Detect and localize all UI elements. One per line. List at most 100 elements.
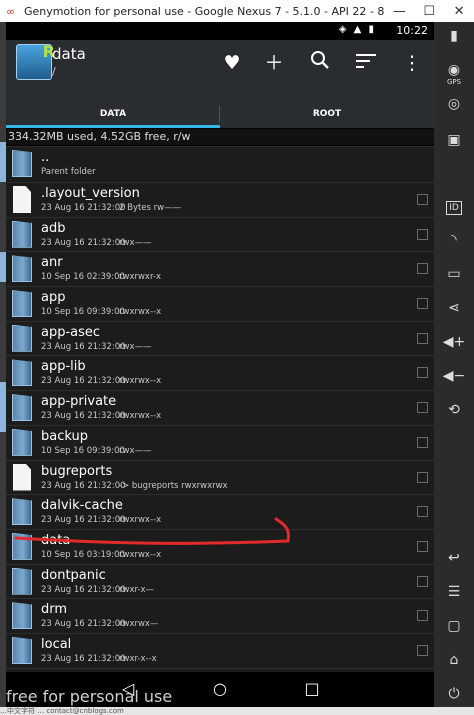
file-select-checkbox[interactable]	[417, 471, 428, 483]
menu-icon[interactable]: ☰	[434, 584, 474, 600]
file-name: dontpanic	[41, 567, 106, 583]
file-date: 23 Aug 16 21:32:00	[41, 411, 126, 422]
root-explorer-app-icon[interactable]: R	[16, 42, 55, 80]
recents-icon[interactable]: ▢	[434, 618, 474, 634]
file-list-item[interactable]: data 10 Sep 16 03:19:00 rwxrwx--x	[6, 528, 434, 564]
genymotion-toolbar: ▮ ◉ GPS ◎ ▣ ID ◝ ▭ ⋖ ◀+ ◀− ⟲ ↩ ☰ ▢ ⌂ ⏻	[434, 22, 474, 715]
file-list-item[interactable]: .. Parent folder	[6, 146, 434, 182]
folder-icon	[12, 324, 32, 352]
folder-icon	[12, 498, 32, 526]
file-select-checkbox[interactable]	[417, 263, 428, 275]
rotate-icon[interactable]: ⟲	[434, 402, 474, 418]
file-date: 10 Sep 16 09:39:00	[41, 445, 125, 456]
file-date: Parent folder	[41, 167, 96, 177]
file-select-checkbox[interactable]	[417, 540, 428, 552]
clapperboard-icon[interactable]: ▣	[434, 132, 474, 148]
action-bar-path: /	[52, 65, 56, 78]
file-date: 23 Aug 16 21:32:00	[41, 653, 126, 664]
file-list-item[interactable]: app 10 Sep 16 09:39:00 rwxrwx--x	[6, 286, 434, 321]
file-select-checkbox[interactable]	[417, 575, 428, 587]
status-time: 10:22	[396, 24, 428, 37]
battery-icon[interactable]: ▮	[434, 28, 474, 44]
file-name: backup	[41, 428, 88, 444]
file-name: app-private	[41, 394, 117, 410]
file-icon	[13, 186, 31, 213]
file-select-checkbox[interactable]	[417, 228, 428, 240]
file-name: ..	[41, 150, 50, 165]
file-select-checkbox[interactable]	[417, 436, 428, 448]
file-name: drm	[41, 602, 68, 618]
camera-icon[interactable]: ◎	[434, 96, 474, 112]
search-icon[interactable]	[305, 50, 335, 76]
tab-data[interactable]: DATA	[6, 100, 220, 128]
folder-icon	[12, 602, 32, 630]
heart-icon[interactable]: ♥	[217, 50, 247, 76]
file-list-item[interactable]: app-lib 23 Aug 16 21:32:00 rwxrwx--x	[6, 355, 434, 391]
file-permissions: rwx——	[119, 445, 152, 456]
file-list-item[interactable]: anr 10 Sep 16 02:39:00 rwxrwxr-x	[6, 251, 434, 287]
close-button[interactable]: ✕	[444, 4, 474, 19]
file-name: app	[41, 290, 66, 306]
file-select-checkbox[interactable]	[417, 194, 428, 205]
genymotion-logo-icon: ∞	[6, 4, 16, 18]
tab-bar: DATA ROOT	[6, 100, 434, 128]
action-bar-title: data	[52, 45, 86, 63]
file-permissions: -> bugreports rwxrwxrwx	[119, 480, 228, 491]
file-select-checkbox[interactable]	[417, 644, 428, 656]
file-permissions: rwxrwx--x	[119, 515, 162, 526]
file-list-item[interactable]: local 23 Aug 16 21:32:00 rwxr-x--x	[6, 632, 434, 668]
home-icon[interactable]: ⌂	[434, 652, 474, 668]
file-select-checkbox[interactable]	[417, 610, 428, 622]
nav-recents-button[interactable]: □	[297, 679, 327, 698]
file-icon	[13, 463, 31, 491]
overflow-menu-icon[interactable]: ⋮	[397, 50, 427, 76]
file-list-item[interactable]: bugreports 23 Aug 16 21:32:00 -> bugreport…	[6, 459, 434, 495]
gps-icon[interactable]: ◉ GPS	[434, 62, 474, 86]
background-page-strip: …中文字符 … contact@cnblogs.com	[0, 707, 474, 715]
maximize-button[interactable]: ☐	[414, 4, 444, 19]
file-list-item[interactable]: app-asec 23 Aug 16 21:32:00 rwx——	[6, 320, 434, 356]
window-title: Genymotion for personal use - Google Nex…	[23, 4, 385, 18]
file-date: 10 Sep 16 09:39:00	[41, 307, 125, 318]
file-list-item[interactable]: drm 23 Aug 16 21:32:00 rwxrwx—	[6, 598, 434, 633]
file-select-checkbox[interactable]	[417, 506, 428, 518]
nav-home-button[interactable]: ○	[205, 679, 235, 698]
file-name: data	[41, 532, 71, 548]
folder-icon	[12, 636, 32, 664]
file-list-item[interactable]: dalvik-cache 23 Aug 16 21:32:00 rwxrwx--x	[6, 494, 434, 529]
file-list-item[interactable]: app-private 23 Aug 16 21:32:00 rwxrwx--x	[6, 390, 434, 425]
file-list-item[interactable]: backup 10 Sep 16 09:39:00 rwx——	[6, 424, 434, 460]
power-icon[interactable]: ⏻	[434, 686, 474, 702]
folder-icon	[12, 428, 32, 456]
storage-info: 334.32MB used, 4.52GB free, r/w	[6, 129, 434, 145]
file-date: 10 Sep 16 02:39:00	[41, 272, 125, 283]
sms-icon[interactable]: ▭	[434, 266, 474, 282]
file-list-item[interactable]: .layout_version 23 Aug 16 21:32:00 2 Bytes…	[6, 182, 434, 217]
file-list-item[interactable]: adb 23 Aug 16 21:32:00 rwx——	[6, 216, 434, 252]
file-select-checkbox[interactable]	[417, 298, 428, 310]
id-icon[interactable]: ID	[434, 198, 474, 215]
rss-icon[interactable]: ◝	[434, 232, 474, 248]
file-permissions: rwxrwxr-x	[119, 272, 162, 283]
volume-up-icon[interactable]: ◀+	[434, 334, 474, 350]
file-select-checkbox[interactable]	[417, 332, 428, 344]
file-list-item[interactable]: dontpanic 23 Aug 16 21:32:00 rwxr-x—	[6, 563, 434, 599]
status-icons: ◈ ▲ ▮	[338, 24, 376, 35]
sort-icon[interactable]	[351, 50, 381, 76]
minimize-button[interactable]: —	[384, 4, 414, 19]
tab-root[interactable]: ROOT	[220, 100, 434, 128]
file-permissions: rwxrwx--x	[119, 549, 162, 560]
share-icon[interactable]: ⋖	[434, 300, 474, 316]
file-select-checkbox[interactable]	[417, 367, 428, 379]
file-date: 23 Aug 16 21:32:00	[41, 376, 126, 387]
plus-icon[interactable]: ＋	[259, 50, 289, 76]
volume-down-icon[interactable]: ◀−	[434, 368, 474, 384]
file-permissions: rwxrwx--x	[119, 307, 162, 318]
back-icon[interactable]: ↩	[434, 550, 474, 566]
folder-icon	[12, 359, 32, 387]
action-bar: R data / ♥ ＋ ⋮	[6, 40, 434, 128]
file-list: .. Parent folder .layout_version 23 Aug 16 …	[6, 146, 434, 703]
file-date: 23 Aug 16 21:32:00	[41, 515, 126, 526]
file-select-checkbox[interactable]	[417, 402, 428, 414]
file-date: 23 Aug 16 21:32:00	[41, 584, 126, 595]
